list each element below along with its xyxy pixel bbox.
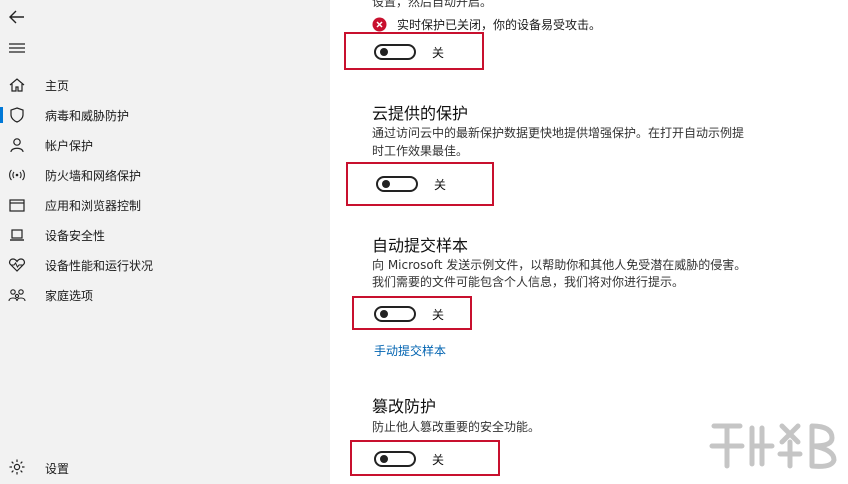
sidebar-item-app-browser[interactable]: 应用和浏览器控制 [0, 190, 330, 220]
watermark-logo [709, 423, 837, 469]
main-content: 设置，然后自动开启。 实时保护已关闭，你的设备易受攻击。 关 云提供的保护 通过… [330, 0, 848, 484]
toggle-knob [380, 310, 388, 318]
gear-icon [9, 459, 25, 475]
back-arrow-icon[interactable] [6, 6, 28, 28]
window-icon [9, 199, 25, 212]
tamper-protection-toggle[interactable] [374, 451, 416, 467]
toggle-state-label: 关 [432, 453, 445, 467]
realtime-toggle-highlight: 关 [344, 32, 484, 70]
family-icon [8, 289, 26, 302]
sidebar-item-label: 家庭选项 [45, 288, 94, 303]
home-icon [9, 78, 25, 92]
sidebar-item-settings[interactable]: 设置 [0, 452, 330, 482]
sidebar-item-home[interactable]: 主页 [0, 70, 330, 100]
toggle-knob [380, 48, 388, 56]
realtime-protection-toggle[interactable] [374, 44, 416, 60]
toggle-state-label: 关 [434, 178, 447, 192]
section-desc-cloud-line1: 通过访问云中的最新保护数据更快地提供增强保护。在打开自动示例提 [372, 126, 745, 140]
sidebar: 主页 病毒和威胁防护 帐户保护 防火墙和网络保护 应用和浏览器控制 设备安全性 … [0, 0, 330, 484]
tamper-toggle-highlight: 关 [350, 440, 500, 476]
sidebar-nav: 主页 病毒和威胁防护 帐户保护 防火墙和网络保护 应用和浏览器控制 设备安全性 … [0, 70, 330, 310]
sidebar-item-label: 病毒和威胁防护 [45, 108, 130, 123]
toggle-state-label: 关 [432, 46, 445, 60]
sidebar-item-label: 设备性能和运行状况 [45, 258, 154, 273]
sidebar-item-label: 应用和浏览器控制 [45, 198, 142, 213]
cloud-protection-toggle[interactable] [376, 176, 418, 192]
sidebar-item-firewall[interactable]: 防火墙和网络保护 [0, 160, 330, 190]
sidebar-item-label: 设备安全性 [45, 228, 106, 243]
sidebar-item-label: 防火墙和网络保护 [45, 168, 142, 183]
section-title-tamper: 篡改防护 [372, 397, 437, 416]
hamburger-menu-icon[interactable] [8, 40, 26, 56]
sidebar-item-device-health[interactable]: 设备性能和运行状况 [0, 250, 330, 280]
sidebar-item-virus-protection[interactable]: 病毒和威胁防护 [0, 100, 330, 130]
section-desc-sample-line2: 我们需要的文件可能包含个人信息，我们将对你进行提示。 [372, 275, 685, 289]
sample-submission-toggle[interactable] [374, 306, 416, 322]
section-title-sample: 自动提交样本 [372, 236, 469, 255]
toggle-state-label: 关 [432, 308, 445, 322]
shield-icon [10, 107, 24, 123]
sidebar-item-device-security[interactable]: 设备安全性 [0, 220, 330, 250]
settings-label: 设置 [45, 462, 70, 476]
sidebar-item-label: 主页 [45, 78, 70, 93]
warning-row: 实时保护已关闭，你的设备易受攻击。 [372, 16, 601, 33]
manual-submit-link[interactable]: 手动提交样本 [374, 342, 446, 359]
cloud-toggle-highlight: 关 [346, 162, 494, 206]
person-icon [10, 138, 24, 153]
error-icon [372, 17, 387, 32]
heart-icon [9, 258, 25, 272]
sidebar-item-family[interactable]: 家庭选项 [0, 280, 330, 310]
section-desc-cloud-line2: 时工作效果最佳。 [372, 144, 469, 158]
toggle-knob [380, 455, 388, 463]
sidebar-item-account-protection[interactable]: 帐户保护 [0, 130, 330, 160]
warning-text: 实时保护已关闭，你的设备易受攻击。 [397, 18, 602, 32]
cut-off-text: 设置，然后自动开启。 [372, 0, 493, 9]
section-desc-tamper: 防止他人篡改重要的安全功能。 [372, 420, 541, 434]
toggle-knob [382, 180, 390, 188]
section-title-cloud: 云提供的保护 [372, 104, 469, 123]
section-desc-sample-line1: 向 Microsoft 发送示例文件，以帮助你和其他人免受潜在威胁的侵害。 [372, 258, 747, 272]
sidebar-item-label: 帐户保护 [45, 138, 94, 153]
sample-toggle-highlight: 关 [352, 296, 472, 330]
wifi-icon [9, 169, 25, 181]
laptop-icon [10, 229, 24, 241]
